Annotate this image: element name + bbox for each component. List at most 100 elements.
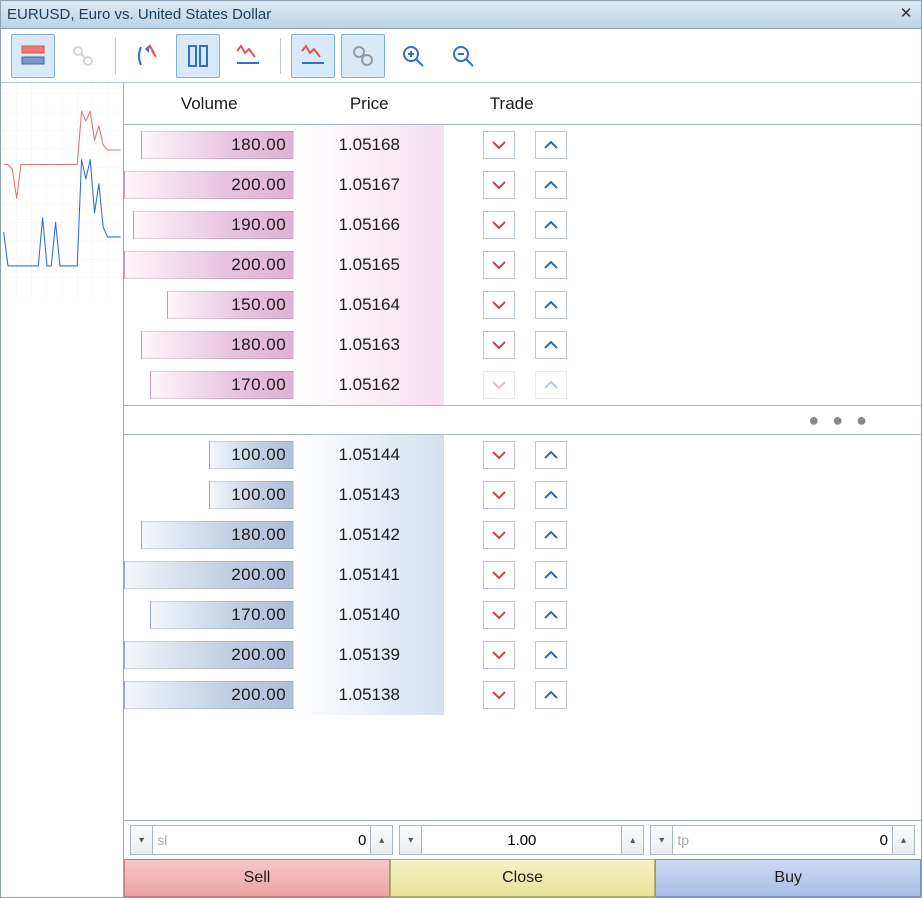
tp-placeholder: tp (673, 832, 689, 848)
buy-arrow-icon[interactable] (535, 481, 567, 509)
dom-row[interactable]: 200.00 1.05165 (124, 245, 921, 285)
dom-price: 1.05138 (294, 675, 444, 715)
sl-placeholder: sl (153, 832, 167, 848)
sell-arrow-icon[interactable] (483, 291, 515, 319)
spread-icon[interactable] (291, 34, 335, 78)
buy-arrow-icon (535, 371, 567, 399)
buy-arrow-icon[interactable] (535, 681, 567, 709)
dom-volume: 200.00 (231, 675, 286, 715)
dom-panel: Volume Price Trade 180.00 1.05168 200.00… (124, 83, 921, 897)
dom-row[interactable]: 200.00 1.05167 (124, 165, 921, 205)
dom-price: 1.05165 (294, 245, 444, 285)
dom-price: 1.05139 (294, 635, 444, 675)
depth-icon[interactable] (341, 34, 385, 78)
lots-input[interactable] (422, 832, 621, 849)
dom-price: 1.05140 (294, 595, 444, 635)
dom-row[interactable]: 100.00 1.05144 (124, 435, 921, 475)
dom-volume: 200.00 (231, 245, 286, 285)
link-icon (61, 34, 105, 78)
dom-volume: 100.00 (231, 475, 286, 515)
buy-arrow-icon[interactable] (535, 331, 567, 359)
dom-price: 1.05162 (294, 365, 444, 405)
dom-row[interactable]: 190.00 1.05166 (124, 205, 921, 245)
lots-dec-icon[interactable]: ▾ (400, 826, 422, 854)
sell-arrow-icon[interactable] (483, 251, 515, 279)
sell-arrow-icon[interactable] (483, 641, 515, 669)
history-icon[interactable] (126, 34, 170, 78)
dom-price: 1.05164 (294, 285, 444, 325)
sell-arrow-icon[interactable] (483, 171, 515, 199)
buy-arrow-icon[interactable] (535, 251, 567, 279)
col-volume: Volume (124, 94, 294, 114)
tp-input[interactable] (689, 832, 892, 849)
dom-row[interactable]: 170.00 1.05140 (124, 595, 921, 635)
toolbar (1, 29, 921, 83)
zoom-in-icon[interactable] (391, 34, 435, 78)
sell-arrow-icon[interactable] (483, 681, 515, 709)
close-icon[interactable]: ✕ (897, 5, 915, 23)
dom-row[interactable]: 200.00 1.05139 (124, 635, 921, 675)
col-trade: Trade (444, 94, 579, 114)
tp-inc-icon[interactable]: ▴ (892, 826, 914, 854)
buy-arrow-icon[interactable] (535, 211, 567, 239)
sl-input[interactable] (167, 832, 370, 849)
sl-dec-icon[interactable]: ▾ (131, 826, 153, 854)
buy-arrow-icon[interactable] (535, 131, 567, 159)
sell-arrow-icon (483, 371, 515, 399)
buy-button[interactable]: Buy (655, 859, 921, 897)
tick-chart-icon[interactable] (226, 34, 270, 78)
sell-arrow-icon[interactable] (483, 601, 515, 629)
dom-separator: ● ● ● (124, 405, 921, 435)
dom-footer: ▾ sl ▴ ▾ ▴ ▾ tp ▴ (124, 820, 921, 897)
dom-row[interactable]: 180.00 1.05163 (124, 325, 921, 365)
dom-volume: 200.00 (231, 555, 286, 595)
buy-arrow-icon[interactable] (535, 561, 567, 589)
close-button[interactable]: Close (390, 859, 656, 897)
dom-row[interactable]: 150.00 1.05164 (124, 285, 921, 325)
tp-dec-icon[interactable]: ▾ (651, 826, 673, 854)
col-price: Price (294, 94, 444, 114)
sell-arrow-icon[interactable] (483, 521, 515, 549)
dom-header: Volume Price Trade (124, 83, 921, 125)
depth-of-market-window: EURUSD, Euro vs. United States Dollar ✕ (0, 0, 922, 898)
buy-arrow-icon[interactable] (535, 601, 567, 629)
dom-row[interactable]: 200.00 1.05141 (124, 555, 921, 595)
dom-row[interactable]: 180.00 1.05168 (124, 125, 921, 165)
window-title: EURUSD, Euro vs. United States Dollar (7, 6, 271, 23)
dom-volume: 180.00 (231, 125, 286, 165)
zoom-out-icon[interactable] (441, 34, 485, 78)
sl-inc-icon[interactable]: ▴ (370, 826, 392, 854)
columns-icon[interactable] (176, 34, 220, 78)
sell-button[interactable]: Sell (124, 859, 390, 897)
sell-arrow-icon[interactable] (483, 131, 515, 159)
buy-arrow-icon[interactable] (535, 521, 567, 549)
sell-arrow-icon[interactable] (483, 331, 515, 359)
dom-price: 1.05168 (294, 125, 444, 165)
sell-arrow-icon[interactable] (483, 561, 515, 589)
dom-price: 1.05142 (294, 515, 444, 555)
sell-arrow-icon[interactable] (483, 481, 515, 509)
buy-arrow-icon[interactable] (535, 291, 567, 319)
dom-row[interactable]: 180.00 1.05142 (124, 515, 921, 555)
tp-stepper[interactable]: ▾ tp ▴ (650, 825, 915, 855)
sl-stepper[interactable]: ▾ sl ▴ (130, 825, 393, 855)
dom-grid-icon[interactable] (11, 34, 55, 78)
dom-price: 1.05141 (294, 555, 444, 595)
dom-volume: 180.00 (231, 515, 286, 555)
dom-price: 1.05143 (294, 475, 444, 515)
tick-chart[interactable] (1, 83, 124, 897)
dom-volume: 170.00 (231, 365, 286, 405)
buy-arrow-icon[interactable] (535, 441, 567, 469)
lots-stepper[interactable]: ▾ ▴ (399, 825, 644, 855)
dom-row[interactable]: 100.00 1.05143 (124, 475, 921, 515)
dom-price: 1.05166 (294, 205, 444, 245)
dom-row[interactable]: 170.00 1.05162 (124, 365, 921, 405)
dom-row[interactable]: 200.00 1.05138 (124, 675, 921, 715)
dom-price: 1.05163 (294, 325, 444, 365)
sell-arrow-icon[interactable] (483, 211, 515, 239)
buy-arrow-icon[interactable] (535, 171, 567, 199)
lots-inc-icon[interactable]: ▴ (621, 826, 643, 854)
titlebar[interactable]: EURUSD, Euro vs. United States Dollar ✕ (1, 1, 921, 29)
buy-arrow-icon[interactable] (535, 641, 567, 669)
sell-arrow-icon[interactable] (483, 441, 515, 469)
